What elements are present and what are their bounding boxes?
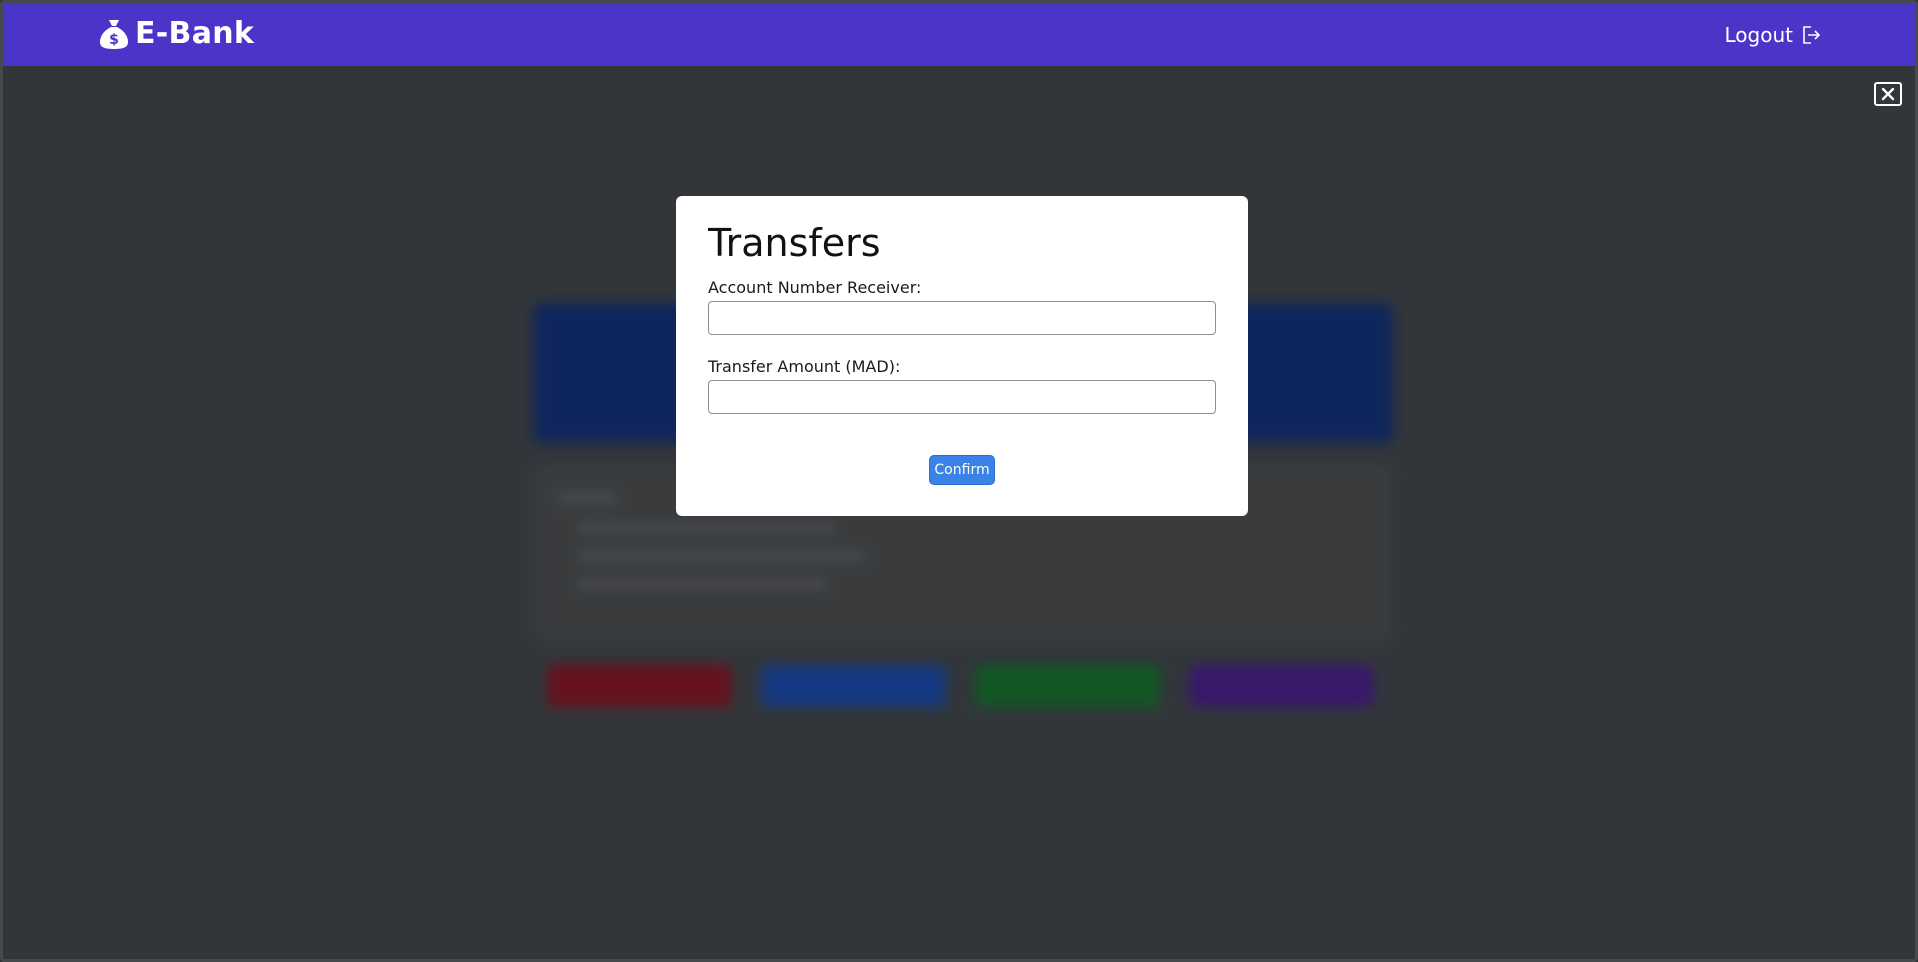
account-number-input[interactable] [708, 301, 1216, 335]
close-icon [1881, 87, 1895, 101]
logout-button[interactable]: Logout [1725, 23, 1821, 47]
transfers-modal: Transfers Account Number Receiver: Trans… [676, 196, 1248, 516]
bg-action-button-3 [975, 665, 1160, 707]
bg-action-button-2 [761, 665, 946, 707]
app-window: $ E-Bank Logout Transfers Account Number… [0, 0, 1918, 962]
modal-title: Transfers [708, 221, 881, 265]
confirm-button[interactable]: Confirm [929, 455, 995, 485]
bg-action-button-1 [547, 665, 732, 707]
top-navbar: $ E-Bank Logout [3, 3, 1915, 66]
logout-label: Logout [1724, 23, 1793, 47]
account-number-label: Account Number Receiver: [708, 278, 922, 297]
close-modal-button[interactable] [1874, 82, 1902, 106]
logout-icon [1803, 26, 1821, 44]
svg-text:$: $ [109, 32, 119, 48]
brand-name: E-Bank [135, 16, 255, 51]
bg-action-button-4 [1189, 665, 1374, 707]
transfer-amount-input[interactable] [708, 380, 1216, 414]
brand-logo[interactable]: $ E-Bank [99, 18, 254, 50]
money-bag-icon: $ [100, 20, 128, 49]
transfer-amount-label: Transfer Amount (MAD): [708, 357, 901, 376]
